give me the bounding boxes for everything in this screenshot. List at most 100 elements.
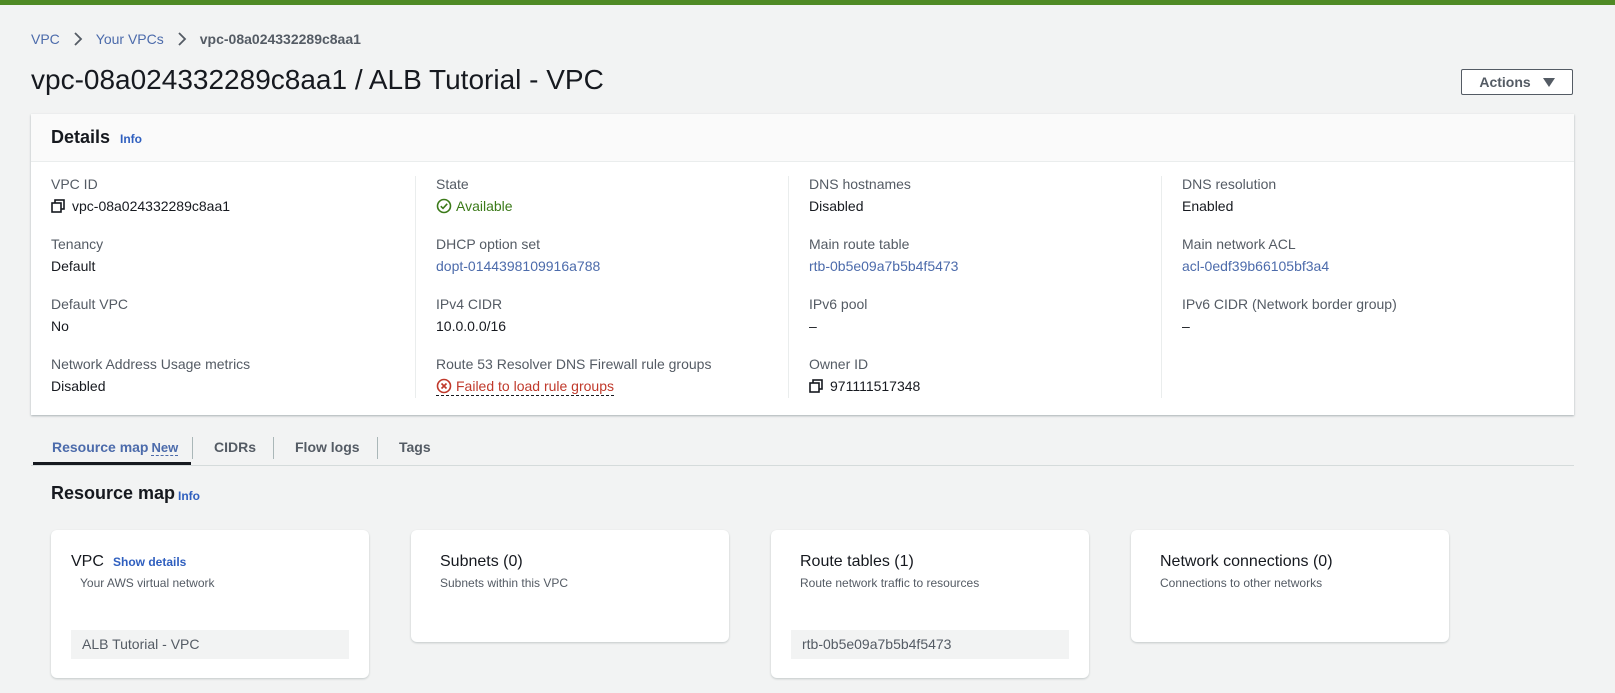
- details-heading: Details: [51, 127, 111, 147]
- dns-hostnames-value: Disabled: [809, 198, 864, 214]
- active-tab-indicator: [33, 462, 191, 465]
- page-title: vpc-08a024332289c8aa1 / ALB Tutorial - V…: [31, 64, 604, 95]
- route53-value: Failed to load rule groups: [456, 378, 614, 394]
- network-connections-card-title: Network connections (0): [1160, 553, 1333, 570]
- subnets-card-title: Subnets (0): [440, 553, 523, 570]
- route-table-chip[interactable]: rtb-0b5e09a7b5b4f5473: [791, 630, 1069, 659]
- owner-id-label: Owner ID: [809, 356, 869, 372]
- network-connections-card-subtitle: Connections to other networks: [1160, 576, 1323, 590]
- subnets-card-subtitle: Subnets within this VPC: [440, 576, 569, 590]
- default-vpc-field: Default VPC No: [51, 296, 128, 334]
- owner-id-value: 971111517348: [830, 378, 921, 394]
- ipv6-cidr-label: IPv6 CIDR (Network border group): [1182, 296, 1397, 312]
- main-acl-label: Main network ACL: [1182, 236, 1296, 252]
- dhcp-label: DHCP option set: [436, 236, 541, 252]
- details-column-2: State Available DHCP option set dopt-014…: [415, 176, 799, 398]
- default-vpc-value: No: [51, 318, 69, 334]
- state-value: Available: [456, 198, 513, 214]
- tab-resource-map-label: Resource map: [52, 439, 149, 455]
- dns-resolution-value: Enabled: [1182, 198, 1234, 214]
- tab-tags[interactable]: Tags: [399, 439, 431, 455]
- tab-flow-logs[interactable]: Flow logs: [295, 439, 360, 455]
- dns-resolution-field: DNS resolution Enabled: [1182, 176, 1276, 214]
- copy-icon[interactable]: [51, 199, 65, 213]
- chevron-right-icon: [74, 32, 83, 46]
- tab-divider: [377, 437, 378, 459]
- resource-map-info-link[interactable]: Info: [178, 489, 200, 503]
- default-vpc-label: Default VPC: [51, 296, 129, 312]
- subnets-card: Subnets (0) Subnets within this VPC: [411, 530, 729, 642]
- breadcrumb-your-vpcs-link[interactable]: Your VPCs: [96, 31, 164, 47]
- state-value-row: Available: [436, 198, 513, 214]
- show-details-link[interactable]: Show details: [113, 555, 186, 569]
- dns-resolution-label: DNS resolution: [1182, 176, 1277, 192]
- details-column-4: DNS resolution Enabled Main network ACL …: [1161, 176, 1545, 398]
- main-route-table-link[interactable]: rtb-0b5e09a7b5b4f5473: [809, 258, 958, 274]
- ipv6-cidr-value: –: [1182, 318, 1190, 334]
- main-acl-field: Main network ACL acl-0edf39b66105bf3a4: [1182, 236, 1329, 274]
- tab-divider: [273, 437, 274, 459]
- ipv6-pool-value: –: [809, 318, 817, 334]
- dhcp-value-link[interactable]: dopt-0144398109916a788: [436, 258, 600, 274]
- vpc-card-subtitle: Your AWS virtual network: [80, 576, 215, 590]
- owner-id-field: Owner ID 971111517348: [809, 356, 920, 394]
- tab-cidrs[interactable]: CIDRs: [214, 439, 256, 455]
- vpc-id-value-row: vpc-08a024332289c8aa1: [51, 198, 230, 214]
- route-tables-card-subtitle: Route network traffic to resources: [800, 576, 980, 590]
- vpc-id-field: VPC ID vpc-08a024332289c8aa1: [51, 176, 230, 214]
- caret-down-icon: [1542, 77, 1555, 87]
- owner-id-value-row: 971111517348: [809, 378, 920, 394]
- route-tables-card: Route tables (1) Route network traffic t…: [771, 530, 1089, 678]
- status-error-icon: [436, 378, 452, 394]
- ipv6-pool-label: IPv6 pool: [809, 296, 868, 312]
- network-connections-card: Network connections (0) Connections to o…: [1131, 530, 1449, 642]
- main-acl-link[interactable]: acl-0edf39b66105bf3a4: [1182, 258, 1329, 274]
- breadcrumb: VPC Your VPCs vpc-08a024332289c8aa1: [31, 31, 361, 47]
- nau-metrics-label: Network Address Usage metrics: [51, 356, 251, 372]
- tenancy-field: Tenancy Default: [51, 236, 103, 274]
- main-route-table-label: Main route table: [809, 236, 910, 252]
- details-column-1: VPC ID vpc-08a024332289c8aa1 Tenancy Def…: [31, 176, 414, 398]
- ipv4-value: 10.0.0.0/16: [436, 318, 507, 334]
- copy-icon[interactable]: [809, 379, 823, 393]
- vpc-card: VPC Show details Your AWS virtual networ…: [51, 530, 369, 678]
- dns-hostnames-label: DNS hostnames: [809, 176, 911, 192]
- route-tables-card-title: Route tables (1): [800, 553, 914, 570]
- tab-divider: [192, 437, 193, 459]
- main-route-table-field: Main route table rtb-0b5e09a7b5b4f5473: [809, 236, 958, 274]
- state-field: State Available: [436, 176, 513, 214]
- details-info-link[interactable]: Info: [120, 132, 142, 146]
- new-badge: New: [151, 440, 179, 456]
- route53-label: Route 53 Resolver DNS Firewall rule grou…: [436, 356, 712, 372]
- route53-error-row[interactable]: Failed to load rule groups: [436, 378, 614, 396]
- vpc-name-chip[interactable]: ALB Tutorial - VPC: [71, 630, 349, 659]
- state-label: State: [436, 176, 469, 192]
- tenancy-value: Default: [51, 258, 96, 274]
- details-header: Details Info: [31, 114, 1574, 162]
- vpc-id-value: vpc-08a024332289c8aa1: [72, 198, 231, 214]
- vpc-card-title: VPC: [71, 553, 104, 570]
- tab-bar: Resource map New CIDRs Flow logs Tags: [31, 432, 1574, 466]
- details-panel: Details Info VPC ID vpc-08a024332289c8aa…: [31, 114, 1574, 415]
- breadcrumb-vpc-link[interactable]: VPC: [31, 31, 60, 47]
- top-accent-bar: [0, 0, 1615, 5]
- dns-hostnames-field: DNS hostnames Disabled: [809, 176, 911, 214]
- dhcp-field: DHCP option set dopt-0144398109916a788: [436, 236, 600, 274]
- nau-metrics-value: Disabled: [51, 378, 106, 394]
- resource-map-heading: Resource map: [51, 483, 176, 503]
- route53-field: Route 53 Resolver DNS Firewall rule grou…: [436, 356, 711, 397]
- breadcrumb-current: vpc-08a024332289c8aa1: [199, 31, 361, 47]
- actions-button-label: Actions: [1479, 74, 1531, 90]
- nau-metrics-field: Network Address Usage metrics Disabled: [51, 356, 250, 394]
- ipv4-label: IPv4 CIDR: [436, 296, 503, 312]
- ipv4-field: IPv4 CIDR 10.0.0.0/16: [436, 296, 506, 334]
- actions-button[interactable]: Actions: [1461, 69, 1573, 95]
- tab-resource-map[interactable]: Resource map New: [52, 439, 179, 456]
- chevron-right-icon: [178, 32, 187, 46]
- tenancy-label: Tenancy: [51, 236, 104, 252]
- ipv6-pool-field: IPv6 pool –: [809, 296, 867, 334]
- vpc-id-label: VPC ID: [51, 176, 98, 192]
- details-column-3: DNS hostnames Disabled Main route table …: [788, 176, 1172, 398]
- ipv6-cidr-field: IPv6 CIDR (Network border group) –: [1182, 296, 1397, 334]
- status-success-icon: [436, 198, 452, 214]
